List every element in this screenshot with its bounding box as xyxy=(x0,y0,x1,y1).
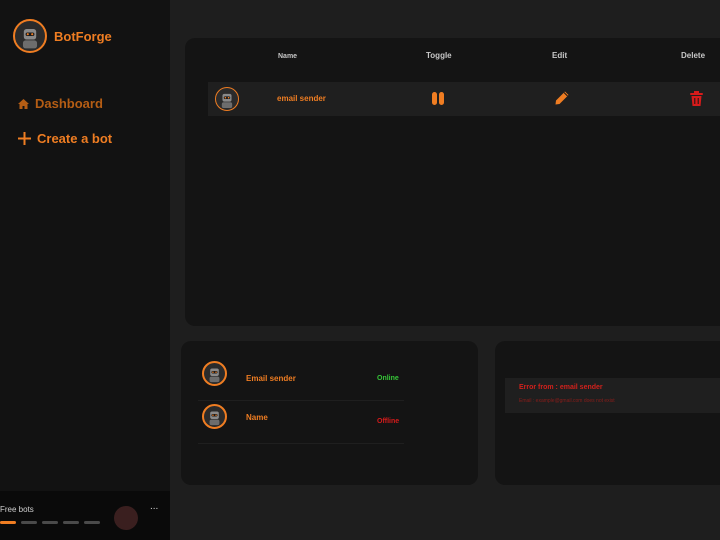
error-detail: Email : example@gmail.com does not exist xyxy=(519,398,615,404)
sidebar: BotForge Dashboard Create a bot Free bot… xyxy=(0,0,170,540)
home-icon xyxy=(18,98,29,109)
nav-create-bot[interactable]: Create a bot xyxy=(18,131,112,146)
errors-panel xyxy=(495,341,720,485)
status-bot-name: Name xyxy=(246,413,268,422)
column-toggle: Toggle xyxy=(426,51,452,60)
free-bots-panel: Free bots ... xyxy=(0,491,170,540)
status-badge: Online xyxy=(377,375,399,382)
pause-icon[interactable] xyxy=(432,92,444,105)
pencil-icon[interactable] xyxy=(554,90,570,111)
table-row: email sender xyxy=(208,82,720,116)
column-delete: Delete xyxy=(681,51,706,60)
plus-icon xyxy=(18,132,31,145)
nav-dashboard[interactable]: Dashboard xyxy=(18,96,103,111)
brand[interactable]: BotForge xyxy=(13,19,112,53)
free-bots-progress xyxy=(0,521,100,524)
free-bot-slot xyxy=(84,521,100,524)
status-badge: Offline xyxy=(377,418,400,425)
free-bot-slot xyxy=(63,521,79,524)
free-bot-slot xyxy=(42,521,58,524)
trash-icon[interactable] xyxy=(688,90,705,112)
nav-create-label: Create a bot xyxy=(37,131,113,146)
free-bot-slot xyxy=(0,521,16,524)
user-avatar[interactable] xyxy=(114,506,138,530)
brand-name: BotForge xyxy=(54,28,112,44)
robot-icon xyxy=(13,19,47,53)
nav-dashboard-label: Dashboard xyxy=(35,96,103,111)
status-item: Name Offline xyxy=(198,404,404,444)
free-bot-slot xyxy=(21,521,37,524)
column-name: Name xyxy=(278,53,298,60)
robot-icon xyxy=(202,361,227,386)
free-bots-label: Free bots xyxy=(0,505,34,514)
error-item: Error from : email sender Email : exampl… xyxy=(505,378,720,413)
error-title: Error from : email sender xyxy=(519,384,603,391)
more-options-button[interactable]: ... xyxy=(150,501,158,512)
robot-icon xyxy=(202,404,227,429)
column-edit: Edit xyxy=(552,51,568,60)
robot-icon xyxy=(215,87,239,111)
status-bot-name: Email sender xyxy=(246,374,296,383)
bot-name: email sender xyxy=(277,94,326,103)
status-item: Email sender Online xyxy=(198,361,404,401)
